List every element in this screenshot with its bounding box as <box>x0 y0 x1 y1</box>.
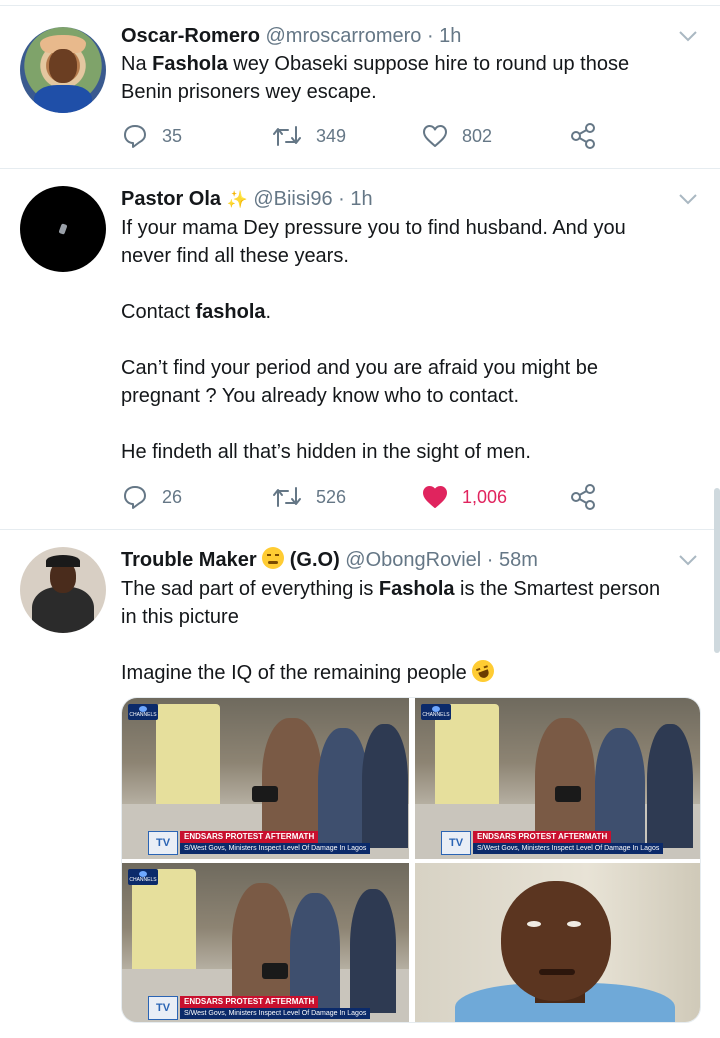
display-name[interactable]: Pastor Ola <box>121 188 221 210</box>
like-count: 802 <box>462 125 493 146</box>
user-handle[interactable]: @mroscarromero <box>266 25 422 47</box>
retweet-count: 526 <box>316 486 347 507</box>
tweet-actions: 35 349 802 <box>122 121 622 151</box>
sparkles-emoji: ✨ <box>226 190 248 209</box>
mention-text: Fashola <box>152 53 228 75</box>
ticker-subline: S/West Govs, Ministers Inspect Level Of … <box>180 1008 371 1019</box>
tweet-card[interactable]: Pastor Ola ✨ @Biisi96 · 1h If your mama … <box>0 170 720 530</box>
tweet-card[interactable]: Oscar-Romero @mroscarromero · 1h Na Fash… <box>0 7 720 169</box>
news-ticker: TV ENDSARS PROTEST AFTERMATH S/West Govs… <box>415 831 700 855</box>
tweet-text: The sad part of everything is Fashola is… <box>121 578 661 686</box>
news-ticker: TV ENDSARS PROTEST AFTERMATH S/West Govs… <box>122 831 409 855</box>
ticker-headline: ENDSARS PROTEST AFTERMATH <box>180 831 319 843</box>
tweet-time[interactable]: · 1h <box>338 188 372 210</box>
tv-logo: TV <box>148 831 178 855</box>
chevron-down-icon[interactable] <box>678 29 698 43</box>
retweet-button[interactable]: 526 <box>272 482 346 512</box>
reply-button[interactable]: 35 <box>122 121 182 151</box>
retweet-button[interactable]: 349 <box>272 121 346 151</box>
reply-count: 35 <box>162 125 183 146</box>
tweet-actions: 26 526 1,006 <box>122 482 622 512</box>
tweet-card[interactable]: Trouble Maker (G.O) @ObongRoviel · 58m T… <box>0 531 720 1038</box>
tweet-time[interactable]: · 58m <box>487 549 538 571</box>
ticker-subline: S/West Govs, Ministers Inspect Level Of … <box>473 843 664 854</box>
display-name[interactable]: Trouble Maker <box>121 549 257 571</box>
reply-count: 26 <box>162 486 183 507</box>
display-name[interactable]: Oscar-Romero <box>121 25 260 47</box>
channel-logo: CHANNELS <box>128 704 158 720</box>
news-ticker: TV ENDSARS PROTEST AFTERMATH S/West Govs… <box>122 996 409 1020</box>
reply-icon <box>124 125 146 148</box>
scrollbar[interactable] <box>714 488 720 653</box>
channel-logo: CHANNELS <box>128 869 158 885</box>
user-handle[interactable]: @Biisi96 <box>253 188 332 210</box>
unamused-face-emoji <box>262 547 285 569</box>
rolling-laughing-emoji <box>469 656 498 686</box>
tweet-header: Pastor Ola ✨ @Biisi96 · 1h <box>121 186 664 213</box>
chevron-down-icon[interactable] <box>678 553 698 567</box>
tweet-text: If your mama Dey pressure you to find hu… <box>121 217 626 463</box>
tweet-time[interactable]: · 1h <box>427 25 461 47</box>
avatar[interactable] <box>20 186 106 272</box>
ticker-headline: ENDSARS PROTEST AFTERMATH <box>180 996 319 1008</box>
tv-logo: TV <box>441 831 471 855</box>
share-button[interactable] <box>570 482 598 512</box>
avatar[interactable] <box>20 27 106 113</box>
ticker-subline: S/West Govs, Ministers Inspect Level Of … <box>180 843 371 854</box>
heart-filled-icon <box>423 486 447 508</box>
media-photo[interactable] <box>415 863 700 1022</box>
tv-logo: TV <box>148 996 178 1020</box>
share-icon <box>571 123 595 149</box>
reply-icon <box>124 486 146 509</box>
media-grid: CHANNELS TV ENDSARS PROTEST AFTERMATH S/… <box>121 697 701 1023</box>
channel-logo: CHANNELS <box>421 704 451 720</box>
mention-text: Fashola <box>378 578 455 600</box>
like-button[interactable]: 802 <box>422 121 492 151</box>
tweet-text: Na Fashola wey Obaseki suppose hire to r… <box>121 53 630 103</box>
media-photo[interactable]: CHANNELS TV ENDSARS PROTEST AFTERMATH S/… <box>415 698 700 859</box>
chevron-down-icon[interactable] <box>678 192 698 206</box>
like-count: 1,006 <box>462 486 508 507</box>
reply-button[interactable]: 26 <box>122 482 182 512</box>
share-button[interactable] <box>570 121 598 151</box>
top-divider <box>0 0 720 6</box>
media-photo[interactable]: CHANNELS TV ENDSARS PROTEST AFTERMATH S/… <box>122 863 409 1022</box>
user-handle[interactable]: @ObongRoviel <box>345 549 481 571</box>
heart-icon <box>423 125 447 147</box>
like-button[interactable]: 1,006 <box>422 482 507 512</box>
retweet-count: 349 <box>316 125 347 146</box>
avatar[interactable] <box>20 547 106 633</box>
mention-text: fashola <box>195 301 266 323</box>
tweet-header: Trouble Maker (G.O) @ObongRoviel · 58m <box>121 547 664 573</box>
retweet-icon <box>273 487 301 507</box>
media-photo[interactable]: CHANNELS TV ENDSARS PROTEST AFTERMATH S/… <box>122 698 409 859</box>
share-icon <box>571 484 595 510</box>
tweet-header: Oscar-Romero @mroscarromero · 1h <box>121 23 664 49</box>
ticker-headline: ENDSARS PROTEST AFTERMATH <box>473 831 612 843</box>
retweet-icon <box>273 126 301 146</box>
display-name-suffix: (G.O) <box>289 549 340 571</box>
